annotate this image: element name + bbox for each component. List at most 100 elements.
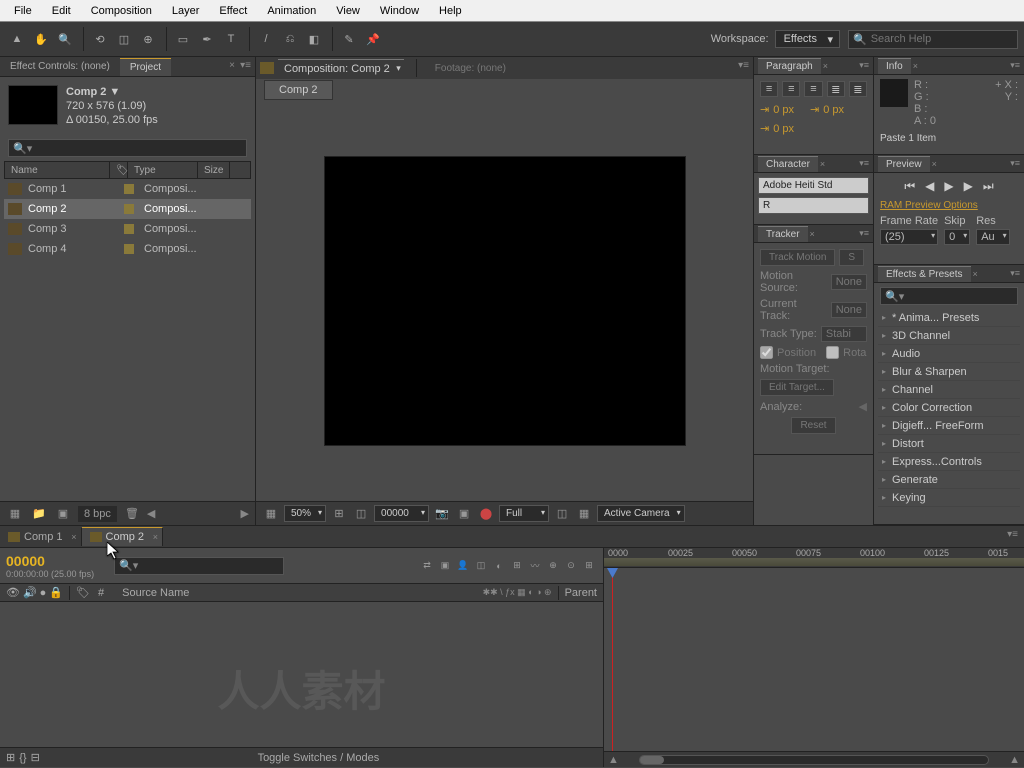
- time-display[interactable]: 00000: [374, 505, 429, 522]
- expand-icon[interactable]: ⊟: [31, 751, 40, 764]
- snapshot-icon[interactable]: 📷: [433, 505, 451, 523]
- selection-tool-icon[interactable]: ▲: [6, 28, 28, 50]
- frame-blend-icon[interactable]: ◫: [473, 558, 489, 574]
- pan-behind-tool-icon[interactable]: ⊕: [137, 28, 159, 50]
- stabilize-button[interactable]: S: [839, 249, 864, 266]
- first-frame-icon[interactable]: ⏮: [904, 179, 915, 194]
- panel-menu-icon[interactable]: ▾≡: [859, 60, 869, 71]
- graph-editor-icon[interactable]: 〰: [527, 558, 543, 574]
- timeline-graph[interactable]: 0000 00025 00050 00075 00100 00125 0015 …: [604, 548, 1024, 767]
- project-search[interactable]: 🔍▾: [8, 139, 247, 157]
- menu-layer[interactable]: Layer: [162, 2, 210, 20]
- time-ruler[interactable]: 0000 00025 00050 00075 00100 00125 0015: [604, 548, 1024, 568]
- menu-effect[interactable]: Effect: [209, 2, 257, 20]
- effect-category[interactable]: ▸3D Channel: [878, 327, 1020, 345]
- effect-category[interactable]: ▸Blur & Sharpen: [878, 363, 1020, 381]
- trash-icon[interactable]: 🗑: [123, 505, 141, 523]
- toggle-switches-button[interactable]: Toggle Switches / Modes: [258, 752, 380, 764]
- menu-composition[interactable]: Composition: [81, 2, 162, 20]
- bpc-display[interactable]: 8 bpc: [78, 506, 117, 522]
- roi-icon[interactable]: ◫: [553, 505, 571, 523]
- play-icon[interactable]: ▶: [944, 179, 953, 194]
- skip-dropdown[interactable]: 0: [944, 229, 970, 245]
- zoom-tool-icon[interactable]: 🔍: [54, 28, 76, 50]
- effect-category[interactable]: ▸Express...Controls: [878, 453, 1020, 471]
- camera-dropdown[interactable]: Active Camera: [597, 505, 685, 522]
- next-frame-icon[interactable]: ▶: [964, 179, 973, 194]
- motion-blur-icon[interactable]: ◐: [491, 558, 507, 574]
- resolution-dropdown[interactable]: Full: [499, 505, 549, 522]
- col-type[interactable]: Type: [128, 162, 198, 178]
- effect-category[interactable]: ▸Distort: [878, 435, 1020, 453]
- effect-category[interactable]: ▸* Anima... Presets: [878, 309, 1020, 327]
- workspace-dropdown[interactable]: Effects: [775, 30, 840, 48]
- track-motion-button[interactable]: Track Motion: [760, 249, 835, 266]
- layer-list[interactable]: 人人素材: [0, 602, 603, 747]
- current-time[interactable]: 00000: [6, 553, 94, 569]
- timeline-tab[interactable]: Comp 2×: [82, 527, 164, 546]
- close-icon[interactable]: ×: [71, 532, 76, 542]
- project-item[interactable]: Comp 4Composi...: [4, 239, 251, 259]
- panel-menu-icon[interactable]: ▾≡: [738, 60, 749, 71]
- playhead[interactable]: [612, 568, 613, 751]
- justify-icon[interactable]: ≣: [849, 81, 867, 97]
- project-item[interactable]: Comp 1Composi...: [4, 179, 251, 199]
- new-folder-icon[interactable]: 📁: [30, 505, 48, 523]
- switch-icon[interactable]: ⊞: [581, 558, 597, 574]
- pen-tool-icon[interactable]: ✒: [196, 28, 218, 50]
- motion-source-dropdown[interactable]: None: [831, 274, 867, 290]
- hand-tool-icon[interactable]: ✋: [30, 28, 52, 50]
- effect-category[interactable]: ▸Generate: [878, 471, 1020, 489]
- font-family-dropdown[interactable]: Adobe Heiti Std: [758, 177, 869, 194]
- timeline-search[interactable]: 🔍▾: [114, 557, 284, 575]
- audio-icon[interactable]: 🔊: [23, 586, 37, 599]
- menu-window[interactable]: Window: [370, 2, 429, 20]
- prev-frame-icon[interactable]: ◀: [925, 179, 934, 194]
- lock-icon[interactable]: 🔒: [49, 586, 63, 599]
- panel-menu-icon[interactable]: ▾≡: [240, 60, 251, 71]
- col-size[interactable]: Size: [198, 162, 230, 178]
- camera-tool-icon[interactable]: ◫: [113, 28, 135, 50]
- switch-icon[interactable]: ⊙: [563, 558, 579, 574]
- zoom-dropdown[interactable]: 50%: [284, 505, 326, 522]
- search-help-input[interactable]: [871, 33, 1013, 45]
- panel-menu-icon[interactable]: ▾≡: [859, 228, 869, 239]
- menu-edit[interactable]: Edit: [42, 2, 81, 20]
- indent-left-value[interactable]: 0 px: [773, 104, 794, 116]
- always-preview-icon[interactable]: ▦: [262, 505, 280, 523]
- puppet-tool-icon[interactable]: 📌: [362, 28, 384, 50]
- menu-file[interactable]: File: [4, 2, 42, 20]
- channel-icon[interactable]: ⬤: [477, 505, 495, 523]
- effect-category[interactable]: ▸Channel: [878, 381, 1020, 399]
- col-name[interactable]: Name: [5, 162, 110, 178]
- font-style-dropdown[interactable]: R: [758, 197, 869, 214]
- menu-view[interactable]: View: [326, 2, 370, 20]
- align-left-icon[interactable]: ≡: [760, 81, 778, 97]
- panel-menu-icon[interactable]: ▾≡: [1007, 529, 1018, 540]
- expand-icon[interactable]: ⊞: [6, 751, 15, 764]
- effect-category[interactable]: ▸Audio: [878, 345, 1020, 363]
- shy-icon[interactable]: 👤: [455, 558, 471, 574]
- res-dropdown[interactable]: Au: [976, 229, 1009, 245]
- menu-animation[interactable]: Animation: [257, 2, 326, 20]
- col-label-icon[interactable]: 🏷: [110, 162, 128, 178]
- close-icon[interactable]: ×: [153, 532, 158, 542]
- viewer-sub-tab[interactable]: Comp 2: [264, 80, 333, 100]
- rotate-tool-icon[interactable]: ⟲: [89, 28, 111, 50]
- roto-tool-icon[interactable]: ✎: [338, 28, 360, 50]
- brush-tool-icon[interactable]: /: [255, 28, 277, 50]
- grid-icon[interactable]: ⊞: [330, 505, 348, 523]
- eye-icon[interactable]: 👁: [6, 586, 20, 599]
- viewer-canvas[interactable]: [256, 101, 753, 501]
- align-center-icon[interactable]: ≡: [782, 81, 800, 97]
- viewer-comp-dropdown[interactable]: Composition: Comp 2: [278, 59, 404, 78]
- brainstorm-icon[interactable]: ⊞: [509, 558, 525, 574]
- text-tool-icon[interactable]: T: [220, 28, 242, 50]
- close-icon[interactable]: ×: [229, 60, 235, 71]
- justify-last-left-icon[interactable]: ≣: [827, 81, 845, 97]
- panel-menu-icon[interactable]: ▾≡: [1010, 60, 1020, 71]
- effect-category[interactable]: ▸Color Correction: [878, 399, 1020, 417]
- timeline-navigator[interactable]: ▲ ▲: [604, 751, 1024, 767]
- panel-menu-icon[interactable]: ▾≡: [1010, 268, 1020, 279]
- ram-preview-options[interactable]: RAM Preview Options: [880, 196, 1018, 215]
